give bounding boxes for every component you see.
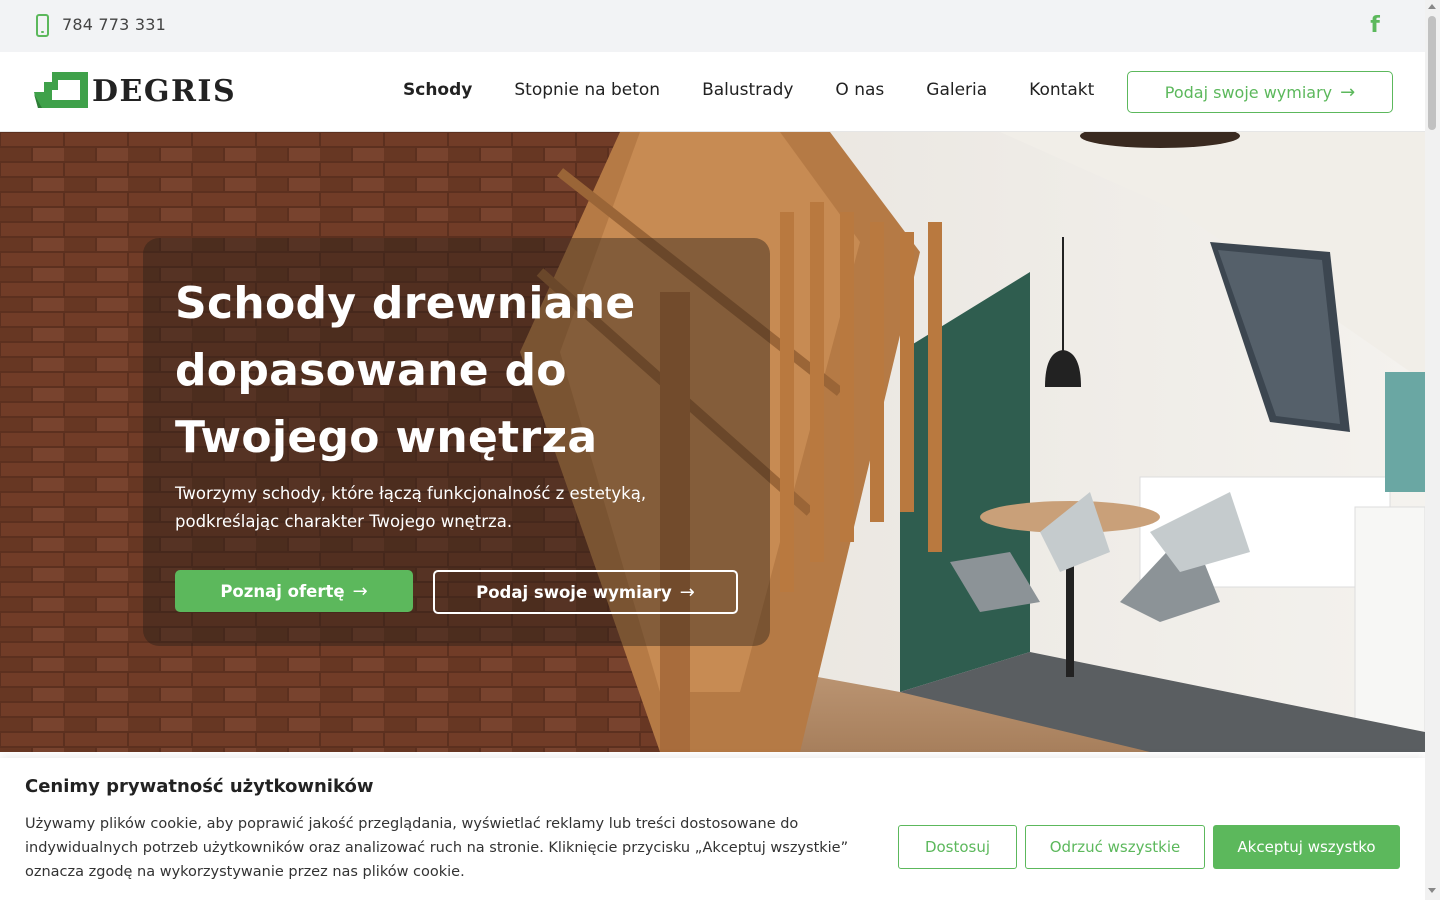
- phone-number-link[interactable]: 784 773 331: [62, 15, 166, 34]
- cookie-title: Cenimy prywatność użytkowników: [25, 776, 374, 797]
- logo-text: DEGRIS: [92, 74, 237, 109]
- hero-dimensions-button[interactable]: Podaj swoje wymiary →: [433, 570, 738, 614]
- nav-item-kontakt[interactable]: Kontakt: [1029, 80, 1094, 100]
- nav-item-galeria[interactable]: Galeria: [926, 80, 987, 100]
- facebook-icon[interactable]: f: [1366, 14, 1384, 38]
- page-scrollbar[interactable]: [1425, 0, 1440, 900]
- hero-title: Schody drewniane dopasowane do Twojego w…: [175, 278, 636, 463]
- nav-item-balustrady[interactable]: Balustrady: [702, 80, 793, 100]
- nav-item-o-nas[interactable]: O nas: [835, 80, 884, 100]
- see-offer-label: Poznaj ofertę: [220, 581, 345, 601]
- reject-all-button[interactable]: Odrzuć wszystkie: [1025, 825, 1205, 869]
- nav-item-stopnie-na-beton[interactable]: Stopnie na beton: [514, 80, 660, 100]
- scroll-down-arrow-icon[interactable]: [1428, 888, 1436, 893]
- arrow-right-icon: →: [679, 581, 695, 603]
- header-dimensions-label: Podaj swoje wymiary: [1164, 82, 1333, 102]
- hero-section: Schody drewniane dopasowane do Twojego w…: [0, 132, 1425, 752]
- arrow-right-icon: →: [352, 580, 368, 602]
- phone-icon: [36, 14, 49, 37]
- header-dimensions-button[interactable]: Podaj swoje wymiary →: [1127, 71, 1393, 113]
- nav-item-schody[interactable]: Schody: [403, 80, 472, 100]
- logo[interactable]: DEGRIS: [32, 70, 235, 114]
- site-header: DEGRIS Schody Stopnie na beton Balustrad…: [0, 52, 1425, 132]
- cookie-text: Używamy plików cookie, aby poprawić jako…: [25, 816, 849, 880]
- scroll-up-arrow-icon[interactable]: [1428, 4, 1436, 9]
- scrollbar-thumb[interactable]: [1428, 16, 1436, 130]
- accept-all-button[interactable]: Akceptuj wszystko: [1213, 825, 1400, 869]
- see-offer-button[interactable]: Poznaj ofertę →: [175, 570, 413, 612]
- cookie-banner: Cenimy prywatność użytkowników Używamy p…: [0, 758, 1425, 900]
- hero-dimensions-label: Podaj swoje wymiary: [476, 582, 672, 602]
- hero-subtitle: Tworzymy schody, które łączą funkcjonaln…: [175, 484, 647, 531]
- main-nav: Schody Stopnie na beton Balustrady O nas…: [403, 80, 1136, 100]
- top-bar: 784 773 331 f: [0, 0, 1425, 52]
- arrow-right-icon: →: [1340, 81, 1356, 103]
- logo-stairs-icon: [34, 72, 88, 108]
- customize-button[interactable]: Dostosuj: [898, 825, 1017, 869]
